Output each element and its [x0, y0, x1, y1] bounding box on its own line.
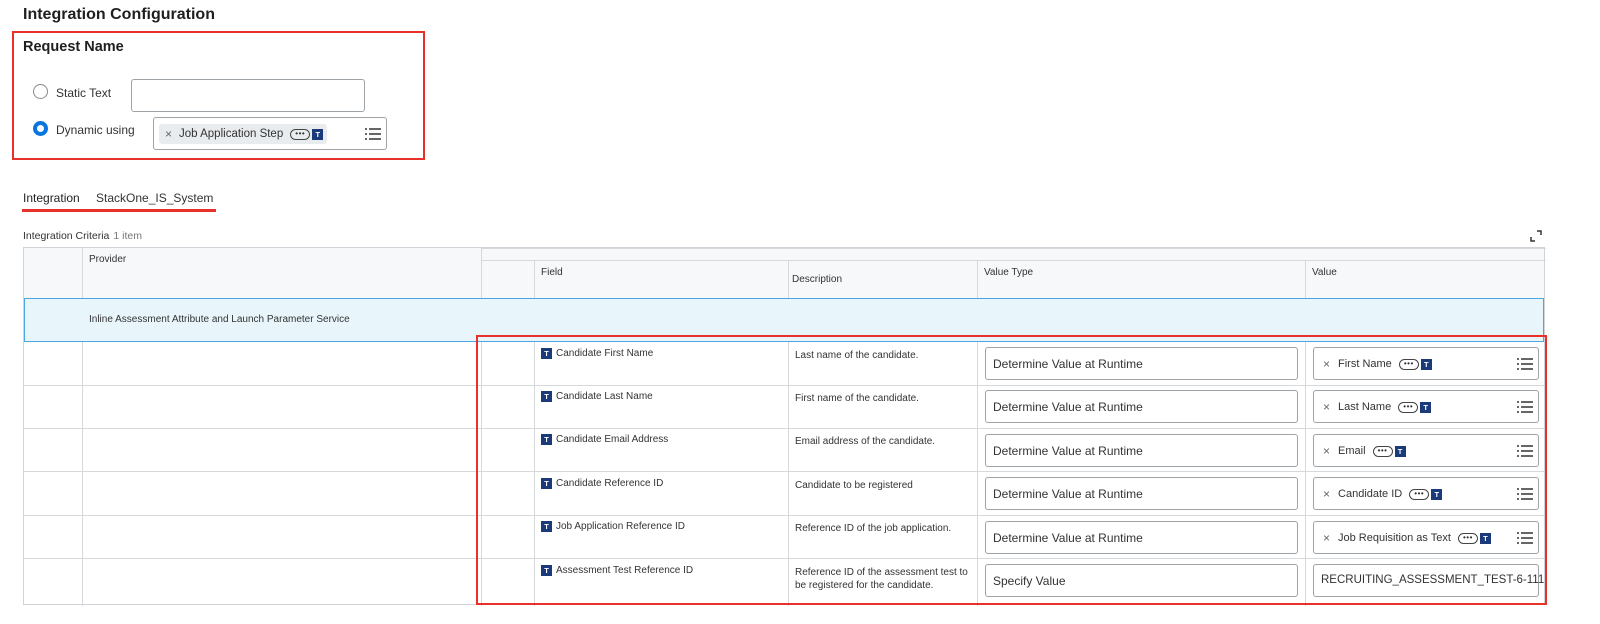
tab-integration[interactable]: Integration: [23, 191, 80, 205]
more-options-icon[interactable]: •••: [290, 128, 311, 140]
header-field: Field: [541, 267, 563, 278]
job-application-step-pill[interactable]: × Job Application Step ••• T: [159, 124, 328, 144]
prompt-list-icon[interactable]: [365, 128, 381, 140]
dynamic-using-label: Dynamic using: [56, 123, 135, 137]
header-value: Value: [1312, 267, 1337, 278]
header-value-type: Value Type: [984, 267, 1034, 278]
static-text-radio[interactable]: [33, 84, 48, 99]
criteria-label: Integration Criteria: [23, 230, 110, 242]
page-title: Integration Configuration: [23, 6, 215, 23]
annotation-highlight-box: [476, 335, 1547, 605]
provider-name: Inline Assessment Attribute and Launch P…: [89, 314, 350, 325]
text-type-icon: T: [312, 128, 324, 140]
criteria-header: Integration Criteria 1 item: [23, 230, 142, 242]
criteria-count: 1 item: [113, 230, 142, 242]
request-name-section: Request Name Static Text Dynamic using ×…: [12, 31, 425, 160]
remove-icon[interactable]: ×: [165, 127, 172, 141]
expand-icon[interactable]: [1530, 230, 1542, 242]
request-name-title: Request Name: [23, 39, 124, 55]
header-description: Description: [792, 274, 843, 285]
pill-label: Job Application Step: [179, 128, 284, 140]
static-text-label: Static Text: [56, 86, 112, 100]
header-provider: Provider: [89, 254, 127, 265]
tab-active-underline: [22, 209, 216, 212]
dynamic-prompt-input[interactable]: × Job Application Step ••• T: [153, 117, 387, 150]
dynamic-using-radio[interactable]: [33, 121, 48, 136]
static-text-input[interactable]: [131, 79, 365, 112]
tab-stackone-is-system[interactable]: StackOne_IS_System: [96, 191, 213, 205]
